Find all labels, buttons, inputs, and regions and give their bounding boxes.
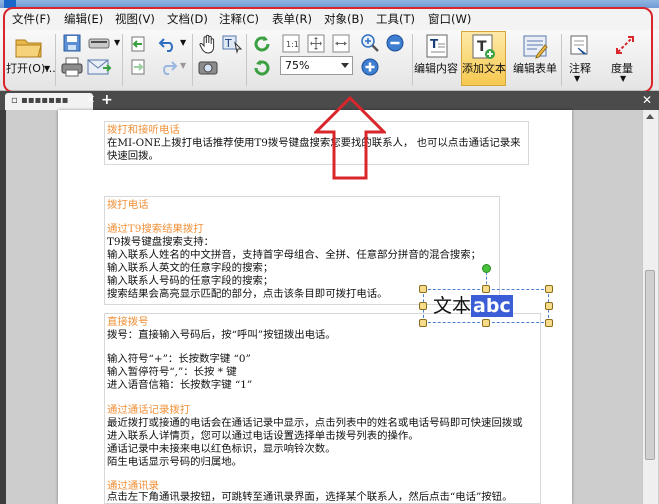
menu-edit[interactable]: 编辑(E) <box>61 10 106 28</box>
svg-text:1:1: 1:1 <box>286 40 299 49</box>
redo-dropdown-icon[interactable]: ▼ <box>180 61 186 70</box>
add-text-icon[interactable]: T <box>467 33 499 61</box>
actual-size-icon[interactable]: 1:1 <box>281 33 301 54</box>
edit-content-icon[interactable]: T <box>421 33 453 59</box>
annotate-icon[interactable] <box>566 33 594 57</box>
open-dropdown-icon[interactable]: ▼ <box>44 64 50 73</box>
zoom-dropdown-icon <box>341 63 349 68</box>
rotate-counterclockwise-icon[interactable] <box>251 57 273 79</box>
subheading-text: 通过T9搜索结果拨打 <box>107 223 204 235</box>
measure-icon[interactable] <box>611 33 639 57</box>
new-tab-icon[interactable]: + <box>101 93 113 107</box>
fit-width-icon[interactable] <box>331 33 351 54</box>
annotation-text: 文本 <box>433 295 472 317</box>
vertical-scrollbar[interactable] <box>642 110 658 504</box>
close-all-icon[interactable]: ✕ <box>642 93 652 107</box>
menu-tools[interactable]: 工具(T) <box>373 10 418 28</box>
open-folder-icon[interactable] <box>12 34 46 60</box>
body-text: 输入联系人英文的任意字段的搜索； <box>107 262 274 274</box>
menu-annotate[interactable]: 注释(C) <box>216 10 262 28</box>
body-text: 最近拨打或接通的电话会在通话记录中显示，点击列表中的姓名或电话号码即可快速回拨或 <box>107 417 523 429</box>
menu-view[interactable]: 视图(V) <box>112 10 158 28</box>
body-text: 输入符号“+”：长按数字键 “0” <box>107 353 251 365</box>
svg-text:T: T <box>430 37 439 51</box>
body-text: 输入暂停符号“,”：长按 * 键 <box>107 366 237 378</box>
heading-text: 拨打电话 <box>107 199 149 211</box>
undo-icon[interactable] <box>157 34 179 54</box>
rotate-clockwise-icon[interactable] <box>251 33 273 55</box>
body-text: 搜索结果会高亮显示匹配的部分，点击该条目即可拨打电话。 <box>107 288 388 300</box>
zoom-in-icon[interactable] <box>360 33 380 53</box>
left-panel-rail <box>0 110 6 504</box>
menu-file[interactable]: 文件(F) <box>9 10 54 28</box>
heading-text: 直接拨号 <box>107 316 149 328</box>
zoom-out-icon[interactable] <box>385 33 405 53</box>
menu-document[interactable]: 文档(D) <box>164 10 211 28</box>
tab-close-icon[interactable]: ✕ <box>86 93 95 107</box>
body-text: 点击左下角通讯录按钮，可跳转至通讯录界面，选择某个联系人，然后点击“电话”按钮。 <box>107 491 513 503</box>
undo-dropdown-icon[interactable]: ▼ <box>180 38 186 47</box>
body-text: 进入语音信箱：长按数字键 “1” <box>107 379 253 391</box>
subheading-text: 通过通话记录拨打 <box>107 404 191 416</box>
scanner-icon[interactable] <box>86 33 112 53</box>
resize-handle[interactable] <box>419 319 427 327</box>
heading-text: 拨打和接听电话 <box>107 124 180 136</box>
edit-form-icon[interactable] <box>519 33 551 59</box>
measure-dropdown-icon[interactable]: ▼ <box>620 74 626 83</box>
rotate-handle[interactable] <box>482 264 491 273</box>
resize-handle[interactable] <box>482 285 490 293</box>
body-text: 通话记录中未接来电以红色标识，显示响铃次数。 <box>107 443 336 455</box>
zoom-value: 75% <box>285 59 310 72</box>
edit-content-label[interactable]: 编辑内容 <box>414 60 458 76</box>
annotation-selected-text: abc <box>471 295 513 317</box>
edit-form-label[interactable]: 编辑表单 <box>513 60 557 76</box>
menu-window[interactable]: 窗口(W) <box>425 10 474 28</box>
resize-handle[interactable] <box>482 319 490 327</box>
red-arrow-annotation <box>314 96 386 180</box>
print-icon[interactable] <box>61 56 83 78</box>
resize-handle[interactable] <box>545 319 553 327</box>
previous-page-icon[interactable] <box>128 34 148 54</box>
next-page-icon[interactable] <box>128 57 148 77</box>
annotate-dropdown-icon[interactable]: ▼ <box>574 74 580 83</box>
scroll-up-icon[interactable] <box>646 114 654 119</box>
text-annotation[interactable]: 文本 abc <box>433 294 513 318</box>
save-icon[interactable] <box>61 33 83 53</box>
body-text: 进入联系人详情页，您可以通过电话设置选择单击拨号列表的操作。 <box>107 430 419 442</box>
tab-file-icon: ▫ ▪▪▪▪▪▪▪ <box>11 95 69 106</box>
zoom-plus-icon[interactable] <box>360 57 380 77</box>
resize-handle[interactable] <box>545 302 553 310</box>
resize-handle[interactable] <box>545 285 553 293</box>
resize-handle[interactable] <box>419 302 427 310</box>
snapshot-icon[interactable] <box>197 57 219 77</box>
body-text: T9拨号键盘搜索支持： <box>107 236 215 248</box>
body-text: 拨号：直接输入号码后，按“呼叫”按钮拨出电话。 <box>107 329 336 341</box>
document-tab[interactable]: ▫ ▪▪▪▪▪▪▪ <box>5 93 93 110</box>
menu-form[interactable]: 表单(R) <box>269 10 315 28</box>
title-bar <box>0 0 659 8</box>
resize-handle[interactable] <box>419 285 427 293</box>
zoom-select[interactable]: 75% <box>280 56 353 75</box>
email-icon[interactable] <box>86 56 112 78</box>
scroll-thumb[interactable] <box>645 270 655 460</box>
app-logo-icon <box>4 0 16 8</box>
svg-text:T: T <box>224 37 232 50</box>
fit-page-icon[interactable] <box>306 33 326 54</box>
body-text: 输入联系人姓名的中文拼音，支持首字母组合、全拼、任意部分拼音的混合搜索； <box>107 249 482 261</box>
scanner-dropdown-icon[interactable]: ▼ <box>114 38 120 47</box>
body-text: 快速回拨。 <box>107 150 159 162</box>
redo-icon[interactable] <box>157 57 179 77</box>
body-text: 输入联系人号码的任意字段的搜索； <box>107 275 274 287</box>
menu-bar: 文件(F) 编辑(E) 视图(V) 文档(D) 注释(C) 表单(R) 对象(B… <box>0 8 659 30</box>
select-text-icon[interactable]: T <box>221 33 243 55</box>
hand-tool-icon[interactable] <box>197 33 219 55</box>
menu-object[interactable]: 对象(B) <box>321 10 367 28</box>
add-text-label[interactable]: 添加文本 <box>462 60 506 76</box>
body-text: 陌生电话显示号码的归属地。 <box>107 456 243 468</box>
